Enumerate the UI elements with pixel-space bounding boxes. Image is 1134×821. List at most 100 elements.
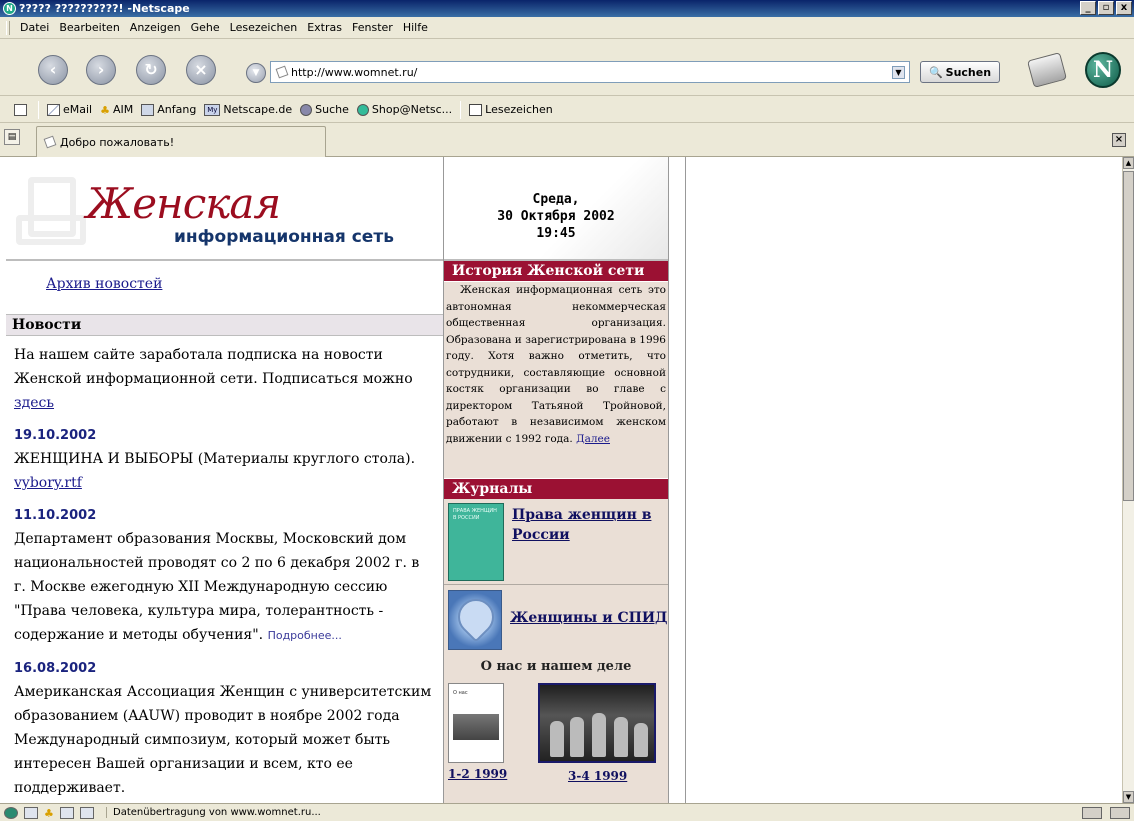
news-text: ЖЕНЩИНА И ВЫБОРЫ (Материалы круглого сто… xyxy=(14,451,416,467)
page-viewport: Женская информационная сеть Архив новост… xyxy=(0,157,1122,803)
security-icon xyxy=(1110,806,1130,819)
logo-script-text: Женская xyxy=(86,179,281,228)
logo-subtitle: информационная сеть xyxy=(174,227,394,247)
reload-button[interactable]: ↻ xyxy=(136,55,166,85)
maximize-button[interactable]: ▫ xyxy=(1098,1,1114,15)
aim-icon: ♣ xyxy=(100,103,110,117)
scroll-thumb[interactable] xyxy=(1123,171,1134,501)
sidebar-column: Среда, 30 Октября 2002 19:45 История Жен… xyxy=(443,157,669,803)
bookmark-label: Lesezeichen xyxy=(485,103,553,116)
address-book-status-icon[interactable] xyxy=(80,806,94,819)
minimize-button[interactable]: _ xyxy=(1080,1,1096,15)
page-icon xyxy=(43,135,57,149)
browser-window: N ????? ??????????! -Netscape _ ▫ x Date… xyxy=(0,0,1134,821)
journal-cover-image[interactable] xyxy=(448,590,502,650)
forward-button[interactable]: › xyxy=(86,55,116,85)
mail-status-icon[interactable] xyxy=(24,806,38,819)
toolbar-separator xyxy=(38,100,39,119)
mail-toolbar-icon[interactable] xyxy=(1026,52,1068,88)
bookmark-label: eMail xyxy=(63,103,93,116)
vertical-scrollbar[interactable]: ▲ ▼ xyxy=(1122,157,1134,803)
menu-extras[interactable]: Extras xyxy=(307,21,342,34)
netscape-app-icon: N xyxy=(3,2,16,15)
news-file-link[interactable]: vybory.rtf xyxy=(14,475,82,491)
toolbar-separator xyxy=(460,100,462,119)
history-more-link[interactable]: Далее xyxy=(576,433,610,445)
stop-button[interactable]: × xyxy=(186,55,216,85)
news-list: На нашем сайте заработала подписка на но… xyxy=(14,343,434,800)
close-tab-button[interactable]: × xyxy=(1112,133,1126,147)
subscribe-link[interactable]: здесь xyxy=(14,395,54,411)
issue-link-1[interactable]: 1-2 1999 xyxy=(448,767,507,781)
menu-anzeigen[interactable]: Anzeigen xyxy=(130,21,181,34)
news-heading: Новости xyxy=(6,314,443,336)
menu-hilfe[interactable]: Hilfe xyxy=(403,21,428,34)
menu-fenster[interactable]: Fenster xyxy=(352,21,393,34)
person-silhouette xyxy=(592,713,606,757)
window-title: ????? ??????????! -Netscape xyxy=(19,2,190,15)
empty-right-column xyxy=(685,157,1122,803)
title-bar: N ????? ??????????! -Netscape _ ▫ x xyxy=(0,0,1134,17)
bookmark-lesezeichen[interactable]: Lesezeichen xyxy=(469,103,553,116)
url-bar[interactable]: http://www.womnet.ru/ ▼ xyxy=(270,61,910,83)
journal-link-aids[interactable]: Женщины и СПИД xyxy=(510,608,668,628)
menu-bar: Datei Bearbeiten Anzeigen Gehe Lesezeich… xyxy=(0,17,1134,39)
page-icon xyxy=(275,65,289,79)
home-tab-icon[interactable] xyxy=(14,103,30,116)
thumbnail-photo xyxy=(453,714,499,740)
menu-gehe[interactable]: Gehe xyxy=(191,21,220,34)
journal-link-rights[interactable]: Права женщин в России xyxy=(512,505,662,545)
netscape-logo-icon[interactable]: N xyxy=(1085,52,1121,88)
history-dropdown-button[interactable]: ▼ xyxy=(246,63,266,83)
composer-status-icon[interactable] xyxy=(60,806,74,819)
aim-status-icon[interactable]: ♣ xyxy=(44,807,54,820)
news-more-link[interactable]: Подробнее... xyxy=(268,629,342,642)
window-controls: _ ▫ x xyxy=(1080,1,1132,15)
bookmark-label: AIM xyxy=(113,103,134,116)
issue-thumbnail[interactable]: О нас xyxy=(448,683,504,763)
bookmark-netscape-de[interactable]: My Netscape.de xyxy=(204,103,292,116)
scroll-down-arrow-icon[interactable]: ▼ xyxy=(1123,791,1134,803)
news-date: 11.10.2002 xyxy=(14,508,97,523)
personal-toolbar: eMail ♣ AIM Anfang My Netscape.de Suche Sh… xyxy=(0,97,1134,123)
magnifier-icon: 🔍 xyxy=(928,65,943,79)
bookmark-shop[interactable]: Shop@Netsc... xyxy=(356,103,453,116)
menu-lesezeichen[interactable]: Lesezeichen xyxy=(230,21,298,34)
person-silhouette xyxy=(634,723,648,757)
weekday: Среда, xyxy=(532,192,580,207)
connection-icon xyxy=(1082,806,1102,819)
history-text: Женская информационная сеть это автономн… xyxy=(446,284,666,445)
news-archive-link[interactable]: Архив новостей xyxy=(46,276,162,292)
back-arrow-icon: ‹ xyxy=(49,60,57,79)
bookmark-aim[interactable]: ♣ AIM xyxy=(100,103,134,117)
bookmark-email[interactable]: eMail xyxy=(47,103,92,116)
bookmarks-folder-icon xyxy=(469,103,483,116)
new-tab-icon[interactable]: ▤ xyxy=(4,129,20,145)
bookmark-suche[interactable]: Suche xyxy=(300,103,349,116)
date: 30 Октября 2002 xyxy=(497,209,615,224)
journal-cover-image[interactable]: ПРАВА ЖЕНЩИН В РОССИИ xyxy=(448,503,504,581)
netscape-status-icon[interactable] xyxy=(4,806,18,819)
back-button[interactable]: ‹ xyxy=(38,55,68,85)
bookmark-anfang[interactable]: Anfang xyxy=(141,103,196,116)
scroll-up-arrow-icon[interactable]: ▲ xyxy=(1123,157,1134,169)
close-window-button[interactable]: x xyxy=(1116,1,1132,15)
menu-bearbeiten[interactable]: Bearbeiten xyxy=(59,21,119,34)
tab-bar: ▤ Добро пожаловать! × xyxy=(0,123,1134,157)
issue-thumbnail[interactable] xyxy=(538,683,656,763)
menu-datei[interactable]: Datei xyxy=(20,21,49,34)
toolbar-grip[interactable] xyxy=(6,20,10,35)
thumbnail-text-icon: О нас xyxy=(453,690,468,696)
news-intro-text: На нашем сайте заработала подписка на но… xyxy=(14,347,413,387)
tab-active[interactable]: Добро пожаловать! xyxy=(36,126,326,157)
bookmark-label: Netscape.de xyxy=(223,103,293,116)
site-logo[interactable]: Женская информационная сеть xyxy=(6,157,443,261)
journals-heading: Журналы xyxy=(444,479,668,499)
issue-link-2[interactable]: 3-4 1999 xyxy=(568,769,627,783)
news-intro: На нашем сайте заработала подписка на но… xyxy=(14,343,434,415)
news-item: Департамент образования Москвы, Московск… xyxy=(14,527,434,648)
person-silhouette xyxy=(550,721,564,757)
url-dropdown-icon[interactable]: ▼ xyxy=(892,66,905,79)
bookmark-label: Shop@Netsc... xyxy=(371,103,453,116)
search-button[interactable]: 🔍 Suchen xyxy=(920,61,1000,83)
